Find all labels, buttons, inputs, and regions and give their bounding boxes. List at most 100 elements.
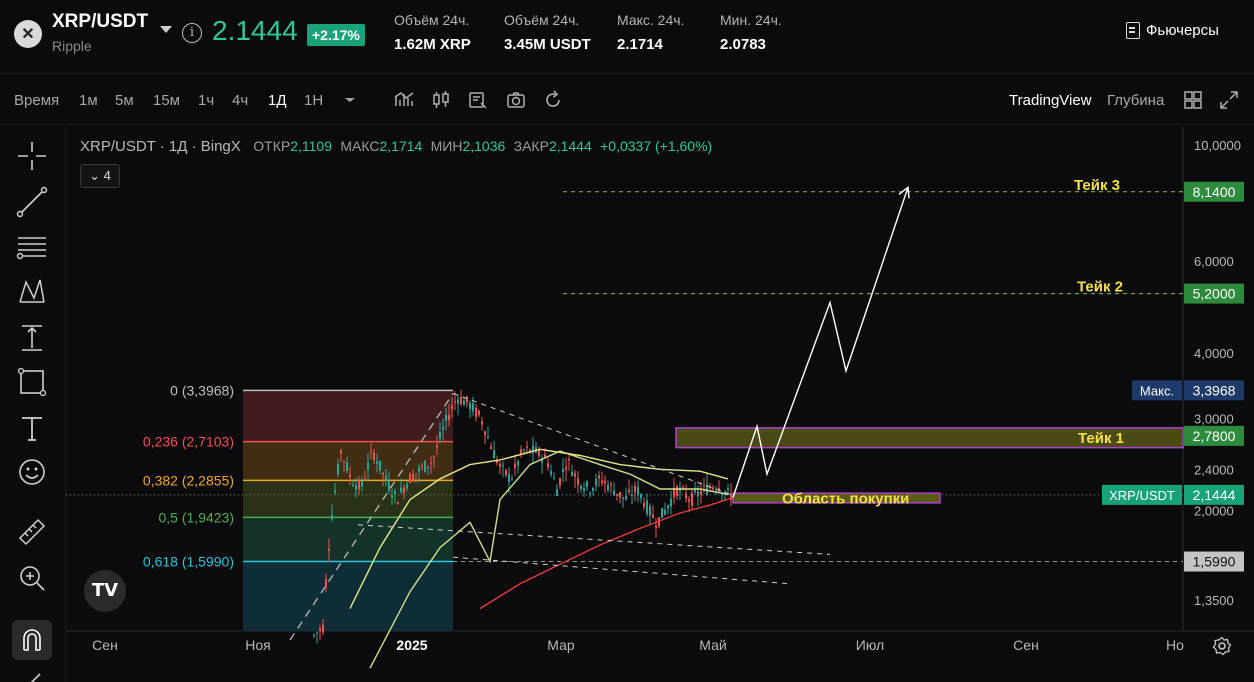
change-badge: +2.17% xyxy=(307,24,365,46)
timeframe-15m[interactable]: 15м xyxy=(153,92,180,109)
candle-body xyxy=(475,407,477,417)
x-tick-label: Но xyxy=(1166,637,1184,653)
price-tag: 2,1444 xyxy=(1193,487,1236,503)
candle-body xyxy=(412,473,414,482)
chevron-down-icon[interactable] xyxy=(160,26,172,33)
timeframe-1h[interactable]: 1ч xyxy=(198,92,214,109)
candle-body xyxy=(619,492,621,498)
candle-body xyxy=(325,579,327,587)
info-icon[interactable]: i xyxy=(182,23,202,43)
fib-level-label: 0 (3,3968) xyxy=(170,382,234,398)
candle-body xyxy=(451,405,453,409)
y-tick-label: 4,0000 xyxy=(1194,346,1234,361)
legend-change: +0,0337 (+1,60%) xyxy=(600,138,713,154)
timeframe-4h[interactable]: 4ч xyxy=(232,92,248,109)
candle-body xyxy=(730,493,732,501)
candle-body xyxy=(592,487,594,491)
legend-close: 2,1444 xyxy=(548,138,592,154)
fib-zone xyxy=(243,480,453,518)
timeframe-1m[interactable]: 1м xyxy=(79,92,98,109)
candle-body xyxy=(364,478,366,480)
candle-body xyxy=(466,396,468,403)
candle-body xyxy=(517,461,519,466)
x-tick-label: 2025 xyxy=(396,637,427,653)
chevron-down-icon[interactable] xyxy=(340,90,360,110)
candle-body xyxy=(403,487,405,494)
futures-button[interactable]: Фьючерсы xyxy=(1126,22,1219,39)
candle-body xyxy=(700,491,702,495)
candle-body xyxy=(370,451,372,453)
depth-tab[interactable]: Глубина xyxy=(1107,92,1164,109)
candle-body xyxy=(346,462,348,471)
fib-zone xyxy=(243,390,453,442)
pair-title[interactable]: XRP/USDT xyxy=(52,11,148,33)
futures-label: Фьючерсы xyxy=(1146,22,1219,39)
candle-body xyxy=(586,481,588,487)
take-3-label: Тейк 3 xyxy=(1074,177,1120,194)
price-tag-prefix: XRP/USDT xyxy=(1109,488,1175,503)
reset-icon[interactable] xyxy=(543,90,563,110)
candle-body xyxy=(481,421,483,425)
tradingview-logo: TV xyxy=(84,570,126,612)
candle-body xyxy=(628,489,630,492)
fib-level-label: 0,236 (2,7103) xyxy=(143,434,234,450)
candle-body xyxy=(436,445,438,448)
candle-body xyxy=(703,485,705,487)
candle-body xyxy=(568,458,570,461)
candle-body xyxy=(400,488,402,493)
candle-body xyxy=(358,480,360,490)
candles-icon[interactable] xyxy=(431,90,451,110)
indicators-toggle[interactable]: ⌄ 4 xyxy=(80,164,120,188)
candle-body xyxy=(523,450,525,452)
price-chart[interactable]: 10,0000 6,0000 4,0000 3,0000 2,4000 2,0000 1,3… xyxy=(0,126,1254,682)
chart-toolbar: Время 1м 5м 15м 1ч 4ч 1Д 1Н TradingView … xyxy=(0,75,1254,125)
candle-body xyxy=(388,481,390,491)
template-icon[interactable] xyxy=(468,90,488,110)
candle-body xyxy=(418,467,420,472)
fullscreen-icon[interactable] xyxy=(1219,90,1239,110)
candle-body xyxy=(607,484,609,491)
candle-body xyxy=(469,402,471,410)
candle-body xyxy=(589,493,591,495)
candle-body xyxy=(694,490,696,493)
candle-body xyxy=(445,414,447,421)
indicators-icon[interactable] xyxy=(394,90,414,110)
stat-low: Мин. 24ч. 2.0783 xyxy=(720,12,782,53)
gear-icon[interactable] xyxy=(1212,636,1232,656)
x-tick-label: Июл xyxy=(856,637,884,653)
price-tag: 5,2000 xyxy=(1193,286,1236,302)
fib-zone xyxy=(243,561,453,631)
candle-body xyxy=(613,490,615,496)
camera-icon[interactable] xyxy=(506,90,526,110)
candle-body xyxy=(397,502,399,505)
fib-zone xyxy=(243,517,453,562)
candle-body xyxy=(637,486,639,496)
y-tick-label: 3,0000 xyxy=(1194,412,1234,427)
close-icon[interactable]: ✕ xyxy=(14,20,42,48)
timeframe-1w[interactable]: 1Н xyxy=(304,92,323,109)
timeframe-5m[interactable]: 5м xyxy=(115,92,134,109)
candle-body xyxy=(361,481,363,487)
candle-body xyxy=(430,462,432,464)
price-tag: 2,7800 xyxy=(1193,428,1236,444)
candle-body xyxy=(625,495,627,500)
candle-body xyxy=(484,431,486,436)
timeframe-1d[interactable]: 1Д xyxy=(268,92,287,109)
y-tick-label: 6,0000 xyxy=(1194,254,1234,269)
layout-grid-icon[interactable] xyxy=(1183,90,1203,110)
timeframe-time[interactable]: Время xyxy=(14,92,59,109)
chart-legend: XRP/USDT · 1Д · BingX ОТКР2,1109 МАКС2,1… xyxy=(80,138,712,155)
y-tick-label: 2,0000 xyxy=(1194,504,1234,519)
price-tag-prefix: Макс. xyxy=(1140,383,1174,398)
candle-body xyxy=(490,446,492,450)
take-2-label: Тейк 2 xyxy=(1077,279,1123,296)
candle-body xyxy=(601,480,603,484)
candle-body xyxy=(652,514,654,518)
last-price: 2.1444 xyxy=(212,15,298,46)
candle-body xyxy=(520,449,522,455)
tradingview-tab[interactable]: TradingView xyxy=(1009,92,1092,109)
candle-body xyxy=(670,498,672,507)
candle-body xyxy=(685,493,687,499)
stat-volume-quote: Объём 24ч. 3.45M USDT xyxy=(504,12,591,53)
asset-name: Ripple xyxy=(52,38,92,54)
